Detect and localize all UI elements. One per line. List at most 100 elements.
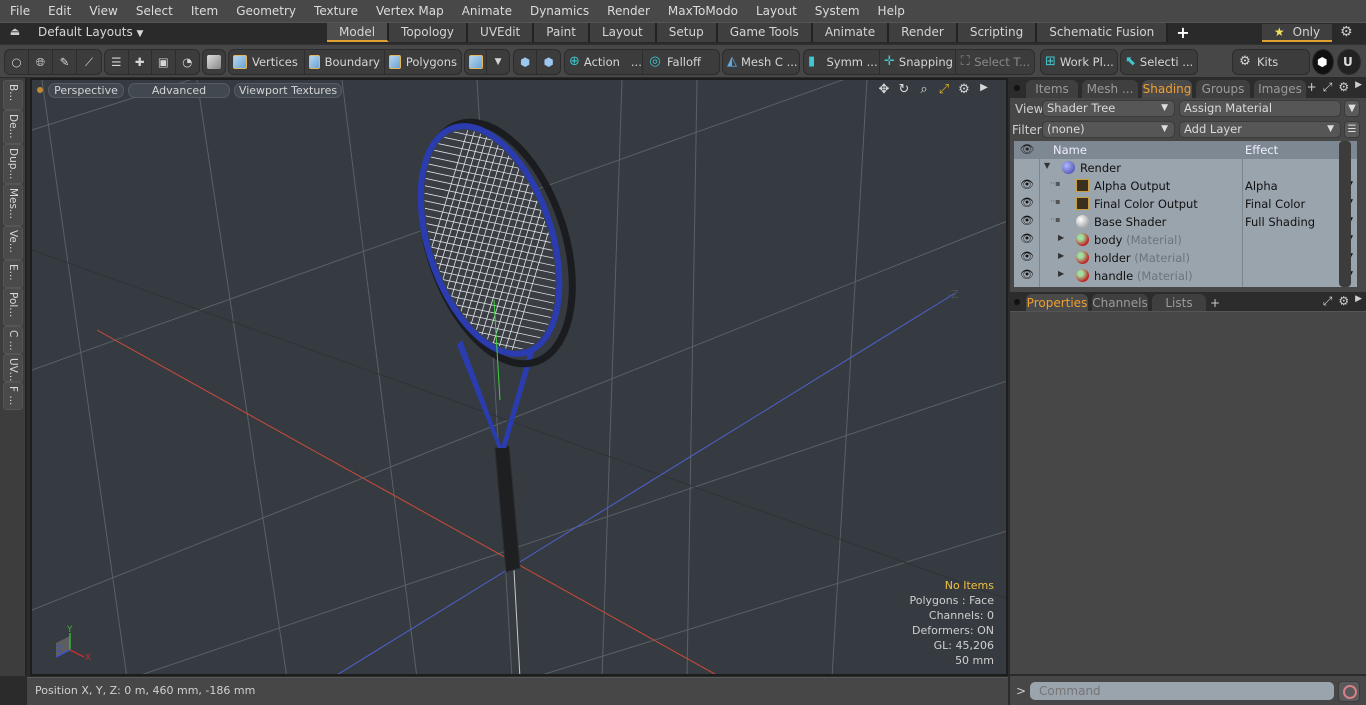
row-effect[interactable]: Alpha xyxy=(1245,179,1278,193)
row-effect[interactable]: Final Color xyxy=(1245,197,1305,211)
effect-column-header[interactable]: Effect xyxy=(1245,143,1278,157)
advanced-button[interactable]: Advanced xyxy=(128,83,230,98)
shader-tree-row[interactable]: 👁︎··▪Alpha Output Alpha▼ xyxy=(1014,177,1357,195)
cross-button[interactable]: ✚ xyxy=(129,50,152,74)
add-tab-button[interactable]: + xyxy=(1168,23,1197,43)
menu-help[interactable]: Help xyxy=(868,0,913,22)
maximize-icon[interactable]: ⤢ xyxy=(1323,294,1333,309)
left-tab-vertex[interactable]: Ve... xyxy=(3,226,23,260)
menu-file[interactable]: File xyxy=(0,0,38,22)
tab-items[interactable]: Items xyxy=(1026,80,1078,98)
visibility-eye-icon[interactable]: 👁︎ xyxy=(1018,178,1036,191)
tab-layout[interactable]: Layout xyxy=(589,23,657,42)
gear-icon[interactable]: ⚙ xyxy=(956,82,972,97)
tab-animate[interactable]: Animate xyxy=(812,23,890,42)
viewport-menu-dot[interactable] xyxy=(37,87,43,93)
3d-viewport[interactable]: -X -Z Y X Z Perspective Advanced Viewpor… xyxy=(30,78,1008,676)
tab-paint[interactable]: Paint xyxy=(534,23,590,42)
kits-button[interactable]: ⚙ Kits xyxy=(1233,50,1309,74)
tab-render[interactable]: Render xyxy=(889,23,958,42)
expand-closed-icon[interactable]: ▶ xyxy=(1058,251,1064,260)
action-button[interactable]: ⊕ Action ... xyxy=(565,50,643,74)
maximize-icon[interactable]: ⤢ xyxy=(936,82,952,97)
visibility-eye-icon[interactable]: 👁︎ xyxy=(1018,232,1036,245)
filter-dropdown[interactable]: (none) ▼ xyxy=(1042,121,1175,138)
shader-tree-row[interactable]: ▼ Render xyxy=(1014,159,1357,177)
menu-select[interactable]: Select xyxy=(126,0,181,22)
snapping-button[interactable]: ✛ Snapping xyxy=(880,50,956,74)
left-tab-mesh-edit[interactable]: Mes... xyxy=(3,184,23,226)
work-plane-button[interactable]: ⊞ Work Pl... xyxy=(1041,50,1117,74)
shader-tree-row[interactable]: 👁︎··▪Base Shader Full Shading▼ xyxy=(1014,213,1357,231)
record-macro-button[interactable] xyxy=(1338,681,1360,702)
tab-channels[interactable]: Channels xyxy=(1092,294,1148,312)
tab-properties[interactable]: Properties xyxy=(1026,294,1088,312)
bone-button[interactable]: ⟋ xyxy=(77,50,101,74)
shader-tree-scrollbar[interactable] xyxy=(1339,141,1351,287)
pivot-button[interactable]: ⬢ xyxy=(514,50,538,74)
globe-button[interactable]: 🌐︎ xyxy=(29,50,53,74)
add-tab-button[interactable]: + xyxy=(1208,294,1222,312)
menu-item[interactable]: Item xyxy=(181,0,226,22)
center-button[interactable]: ⬢ xyxy=(537,50,560,74)
menu-layout[interactable]: Layout xyxy=(746,0,805,22)
select-through-button[interactable]: ⛶ Select T... xyxy=(956,50,1034,74)
left-tab-duplicate[interactable]: Dup... xyxy=(3,144,23,184)
view-dropdown[interactable]: Shader Tree ▼ xyxy=(1042,100,1175,117)
dial-button[interactable]: ◔ xyxy=(176,50,199,74)
material-mode-button[interactable] xyxy=(465,50,488,74)
name-column-header[interactable]: Name xyxy=(1053,143,1087,157)
pen-button[interactable]: ✎ xyxy=(53,50,77,74)
item-mode-button[interactable] xyxy=(203,50,225,74)
gear-icon[interactable]: ⚙ xyxy=(1340,24,1353,40)
assign-material-button[interactable]: Assign Material xyxy=(1179,100,1341,117)
unreal-button[interactable]: U xyxy=(1337,49,1361,75)
panel-menu-dot[interactable] xyxy=(1014,85,1020,91)
menu-maxtomodo[interactable]: MaxToModo xyxy=(658,0,746,22)
menu-animate[interactable]: Animate xyxy=(452,0,520,22)
visibility-eye-icon[interactable]: 👁︎ xyxy=(1018,196,1036,209)
tab-model[interactable]: Model xyxy=(327,23,390,42)
shader-tree-row[interactable]: 👁︎▶handle (Material)▼ xyxy=(1014,267,1357,285)
gear-icon[interactable]: ⚙ xyxy=(1338,80,1349,95)
panel-menu-dot[interactable] xyxy=(1014,299,1020,305)
expand-arrow-icon[interactable]: ▶ xyxy=(1355,80,1362,95)
gear-icon[interactable]: ⚙ xyxy=(1338,294,1349,309)
only-toggle[interactable]: ★ Only xyxy=(1262,24,1332,42)
eject-icon[interactable]: ⏏ xyxy=(8,25,22,41)
visibility-eye-icon[interactable]: 👁︎ xyxy=(1018,250,1036,263)
expand-open-icon[interactable]: ▼ xyxy=(1044,161,1050,170)
left-tab-fusion[interactable]: F ... xyxy=(3,382,23,410)
tab-setup[interactable]: Setup xyxy=(656,23,718,42)
menu-texture[interactable]: Texture xyxy=(304,0,366,22)
menu-render[interactable]: Render xyxy=(597,0,658,22)
left-tab-edge[interactable]: E... xyxy=(3,260,23,288)
visibility-eye-icon[interactable]: 👁︎ xyxy=(1018,214,1036,227)
mesh-constraint-button[interactable]: ◭ Mesh C ... xyxy=(723,50,799,74)
circle-select-button[interactable]: ○ xyxy=(5,50,29,74)
menu-view[interactable]: View xyxy=(79,0,125,22)
maximize-icon[interactable]: ⤢ xyxy=(1323,80,1333,95)
rotate-icon[interactable]: ↻ xyxy=(896,82,912,97)
left-tab-deform[interactable]: De... xyxy=(3,110,23,144)
expand-closed-icon[interactable]: ▶ xyxy=(1058,233,1064,242)
tab-schematic-fusion[interactable]: Schematic Fusion xyxy=(1037,23,1169,42)
stack-button[interactable]: ☰ xyxy=(105,50,129,74)
polygons-button[interactable]: Polygons xyxy=(385,50,461,74)
default-layouts-dropdown[interactable]: Default Layouts ▼ xyxy=(38,25,143,39)
menu-vertex-map[interactable]: Vertex Map xyxy=(366,0,452,22)
material-mode-dropdown[interactable]: ▼ xyxy=(487,50,509,74)
command-input[interactable] xyxy=(1030,682,1334,700)
expand-arrow-icon[interactable]: ▶ xyxy=(1355,294,1362,309)
tab-uvedit[interactable]: UVEdit xyxy=(468,23,535,42)
perspective-button[interactable]: Perspective xyxy=(48,83,124,98)
left-tab-basic[interactable]: B... xyxy=(3,80,23,110)
unity-button[interactable]: ⬢ xyxy=(1312,49,1334,75)
frame-button[interactable]: ▣ xyxy=(152,50,176,74)
menu-edit[interactable]: Edit xyxy=(38,0,79,22)
tab-lists[interactable]: Lists xyxy=(1152,294,1206,312)
selection-sets-button[interactable]: ⬉ Selecti ... xyxy=(1121,50,1197,74)
viewport-textures-button[interactable]: Viewport Textures xyxy=(234,83,342,98)
add-tab-button[interactable]: + xyxy=(1307,80,1317,95)
menu-geometry[interactable]: Geometry xyxy=(226,0,304,22)
